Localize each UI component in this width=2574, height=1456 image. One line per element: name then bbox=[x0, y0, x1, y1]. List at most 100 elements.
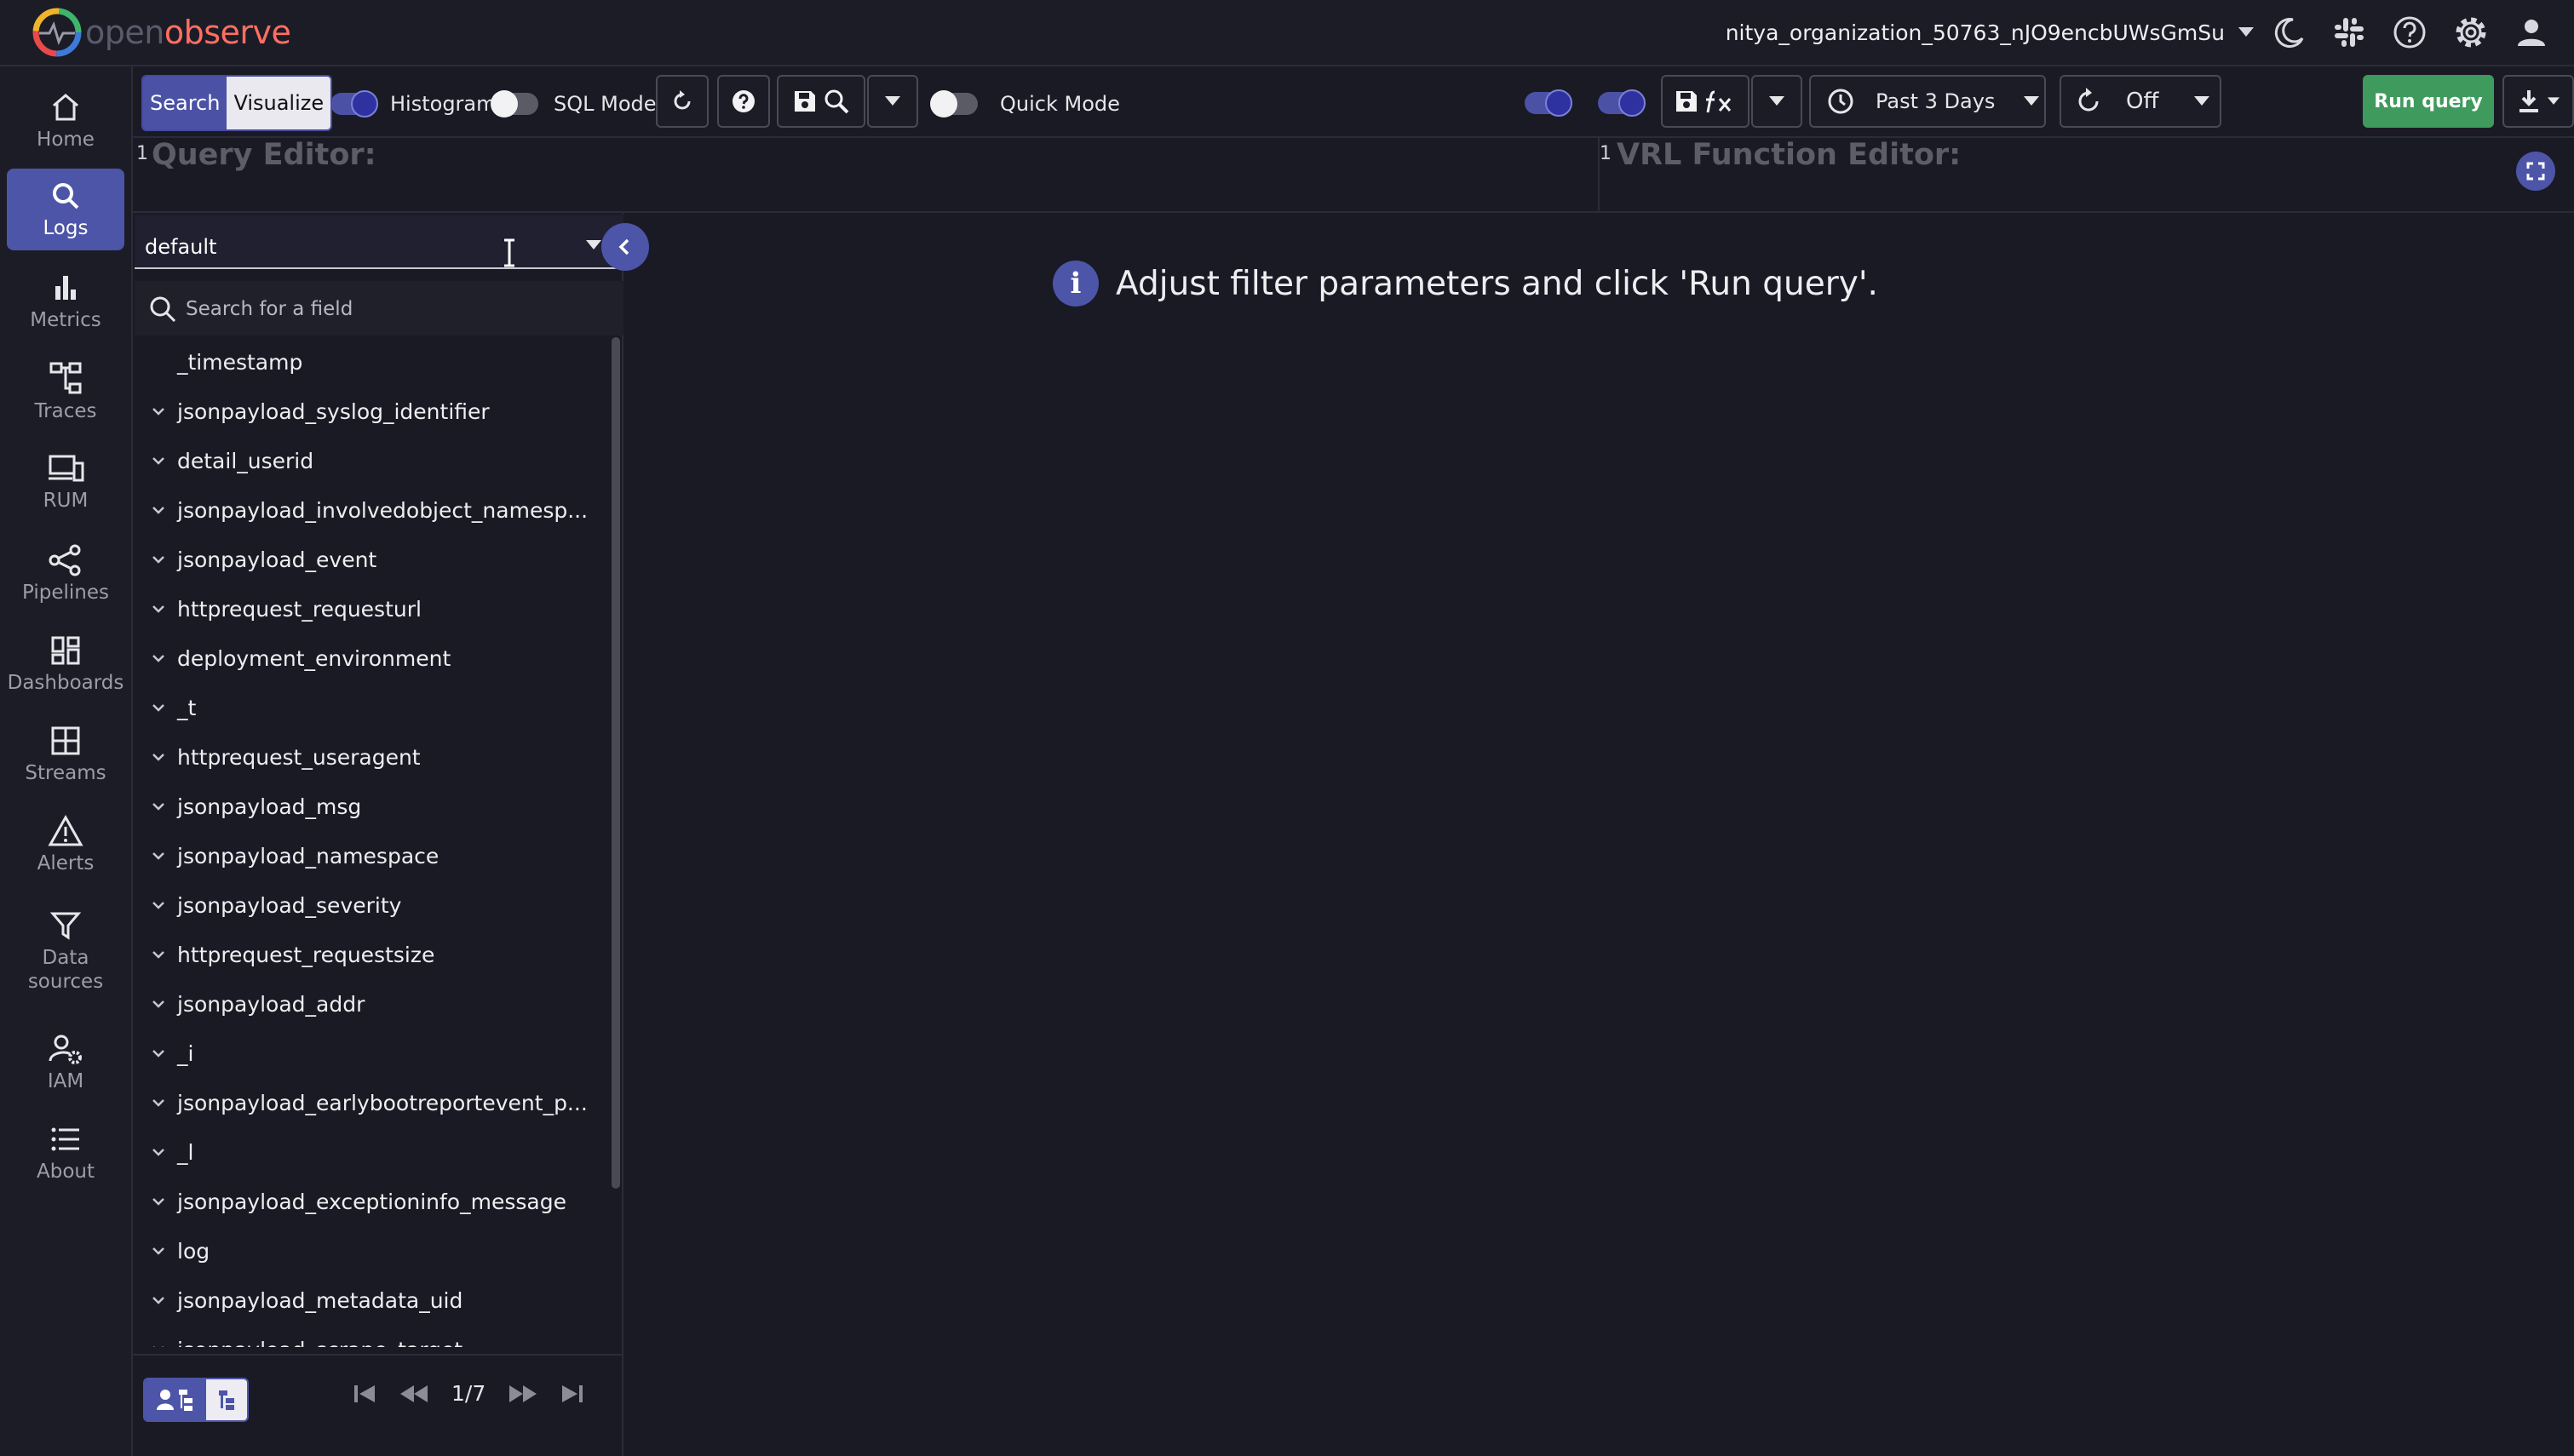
chevron-down-icon[interactable] bbox=[140, 605, 177, 613]
previous-page-icon[interactable] bbox=[399, 1383, 429, 1405]
chevron-down-icon[interactable] bbox=[140, 506, 177, 514]
chevron-down-icon[interactable] bbox=[140, 407, 177, 416]
chevron-down-icon[interactable] bbox=[140, 1000, 177, 1008]
field-item[interactable]: _t bbox=[133, 683, 610, 732]
chevron-down-icon[interactable] bbox=[140, 1197, 177, 1206]
fullscreen-icon bbox=[2526, 162, 2545, 181]
scrollbar-thumb[interactable] bbox=[612, 337, 620, 1189]
chevron-down-icon[interactable] bbox=[140, 555, 177, 564]
field-item[interactable]: jsonpayload_metadata_uid bbox=[133, 1275, 610, 1325]
histogram-toggle[interactable] bbox=[330, 90, 378, 118]
field-name: jsonpayload_msg bbox=[177, 794, 362, 819]
field-item[interactable]: jsonpayload_syslog_identifier bbox=[133, 387, 610, 436]
all-fields-view-button[interactable] bbox=[206, 1379, 247, 1420]
sidebar-item-dashboards[interactable]: Dashboards bbox=[7, 623, 124, 705]
tab-visualize[interactable]: Visualize bbox=[227, 77, 331, 129]
syntax-help-button[interactable] bbox=[717, 75, 770, 128]
query-editor-toggle[interactable] bbox=[1525, 89, 1572, 117]
vrl-function-editor[interactable]: VRL Function Editor: bbox=[1617, 138, 1961, 172]
field-list-scrollbar[interactable] bbox=[612, 337, 620, 1347]
saved-views-button[interactable] bbox=[777, 75, 865, 128]
save-function-button[interactable] bbox=[1661, 75, 1750, 128]
field-item[interactable]: jsonpayload_scrape_target bbox=[133, 1325, 610, 1347]
chevron-down-icon[interactable] bbox=[140, 1345, 177, 1347]
field-item[interactable]: httprequest_requesturl bbox=[133, 584, 610, 633]
collapse-field-list-button[interactable] bbox=[601, 223, 649, 271]
help-icon[interactable] bbox=[2392, 14, 2427, 50]
field-item[interactable]: detail_userid bbox=[133, 436, 610, 485]
sidebar-item-streams[interactable]: Streams bbox=[7, 714, 124, 795]
download-button[interactable] bbox=[2502, 75, 2574, 128]
reset-button[interactable] bbox=[656, 75, 709, 128]
fullscreen-button[interactable] bbox=[2516, 152, 2555, 191]
last-page-icon[interactable] bbox=[560, 1383, 584, 1405]
field-name: jsonpayload_severity bbox=[177, 892, 402, 918]
chevron-down-icon[interactable] bbox=[140, 456, 177, 465]
save-icon bbox=[1676, 91, 1697, 112]
chevron-down-icon[interactable] bbox=[140, 654, 177, 662]
chevron-down-icon[interactable] bbox=[140, 703, 177, 712]
user-profile-icon[interactable] bbox=[2514, 15, 2548, 49]
chevron-down-icon[interactable] bbox=[140, 1296, 177, 1304]
organization-selector[interactable]: nitya_organization_50763_nJO9encbUWsGmSu bbox=[1726, 20, 2254, 45]
field-item[interactable]: jsonpayload_involvedobject_namesp... bbox=[133, 485, 610, 535]
tab-search[interactable]: Search bbox=[143, 77, 227, 129]
next-page-icon[interactable] bbox=[508, 1383, 538, 1405]
list-icon bbox=[51, 1127, 79, 1151]
chevron-down-icon[interactable] bbox=[140, 901, 177, 909]
field-item[interactable]: jsonpayload_event bbox=[133, 535, 610, 584]
field-item[interactable]: _timestamp bbox=[133, 337, 610, 387]
chevron-down-icon[interactable] bbox=[140, 1098, 177, 1107]
refresh-interval-picker[interactable]: Off bbox=[2060, 75, 2221, 128]
traces-icon bbox=[49, 362, 82, 394]
chevron-down-icon[interactable] bbox=[140, 1049, 177, 1058]
stream-selector[interactable]: default bbox=[135, 215, 623, 269]
chevron-down-icon[interactable] bbox=[140, 753, 177, 761]
field-item[interactable]: jsonpayload_addr bbox=[133, 979, 610, 1029]
field-item[interactable]: _l bbox=[133, 1127, 610, 1177]
chevron-down-icon[interactable] bbox=[140, 950, 177, 959]
function-editor-toggle[interactable] bbox=[1598, 89, 1646, 117]
chevron-down-icon[interactable] bbox=[140, 851, 177, 860]
time-range-picker[interactable]: Past 3 Days bbox=[1809, 75, 2046, 128]
sidebar-item-about[interactable]: About bbox=[7, 1112, 124, 1194]
sidebar-item-alerts[interactable]: Alerts bbox=[7, 804, 124, 886]
sidebar-item-home[interactable]: Home bbox=[7, 80, 124, 162]
sql-mode-toggle[interactable] bbox=[491, 90, 538, 118]
field-item[interactable]: _i bbox=[133, 1029, 610, 1078]
field-item[interactable]: httprequest_useragent bbox=[133, 732, 610, 782]
sidebar-item-traces[interactable]: Traces bbox=[7, 351, 124, 433]
sidebar-item-logs[interactable]: Logs bbox=[7, 169, 124, 250]
sidebar-item-rum[interactable]: RUM bbox=[7, 441, 124, 523]
dark-mode-icon[interactable] bbox=[2272, 15, 2307, 49]
run-query-button[interactable]: Run query bbox=[2363, 75, 2494, 128]
app-logo[interactable]: openobserve bbox=[31, 6, 291, 59]
field-name: jsonpayload_exceptioninfo_message bbox=[177, 1189, 566, 1214]
sidebar-item-label: Logs bbox=[43, 217, 89, 239]
field-item[interactable]: log bbox=[133, 1226, 610, 1275]
sidebar-item-pipelines[interactable]: Pipelines bbox=[7, 533, 124, 615]
field-item[interactable]: jsonpayload_earlybootreportevent_p... bbox=[133, 1078, 610, 1127]
field-item[interactable]: jsonpayload_exceptioninfo_message bbox=[133, 1177, 610, 1226]
field-item[interactable]: jsonpayload_severity bbox=[133, 880, 610, 930]
saved-views-dropdown[interactable] bbox=[867, 75, 918, 128]
sidebar-item-data-sources[interactable]: Data sources bbox=[7, 901, 124, 1001]
slack-icon[interactable] bbox=[2332, 15, 2366, 49]
function-dropdown[interactable] bbox=[1751, 75, 1802, 128]
chevron-down-icon[interactable] bbox=[140, 802, 177, 811]
user-fields-view-button[interactable] bbox=[145, 1379, 206, 1420]
field-item[interactable]: deployment_environment bbox=[133, 633, 610, 683]
query-editor[interactable]: Query Editor: bbox=[152, 138, 376, 172]
field-search-input[interactable] bbox=[184, 289, 613, 329]
sidebar-item-iam[interactable]: IAM bbox=[7, 1022, 124, 1103]
chevron-down-icon[interactable] bbox=[140, 1148, 177, 1156]
field-item[interactable]: jsonpayload_namespace bbox=[133, 831, 610, 880]
first-page-icon[interactable] bbox=[353, 1383, 376, 1405]
sidebar: Home Logs Metrics Traces RUM Pipelines D… bbox=[0, 66, 133, 1456]
field-item[interactable]: httprequest_requestsize bbox=[133, 930, 610, 979]
field-item[interactable]: jsonpayload_msg bbox=[133, 782, 610, 831]
settings-gear-icon[interactable] bbox=[2453, 14, 2489, 50]
sidebar-item-metrics[interactable]: Metrics bbox=[7, 261, 124, 342]
quick-mode-toggle[interactable] bbox=[930, 90, 978, 118]
chevron-down-icon[interactable] bbox=[140, 1247, 177, 1255]
